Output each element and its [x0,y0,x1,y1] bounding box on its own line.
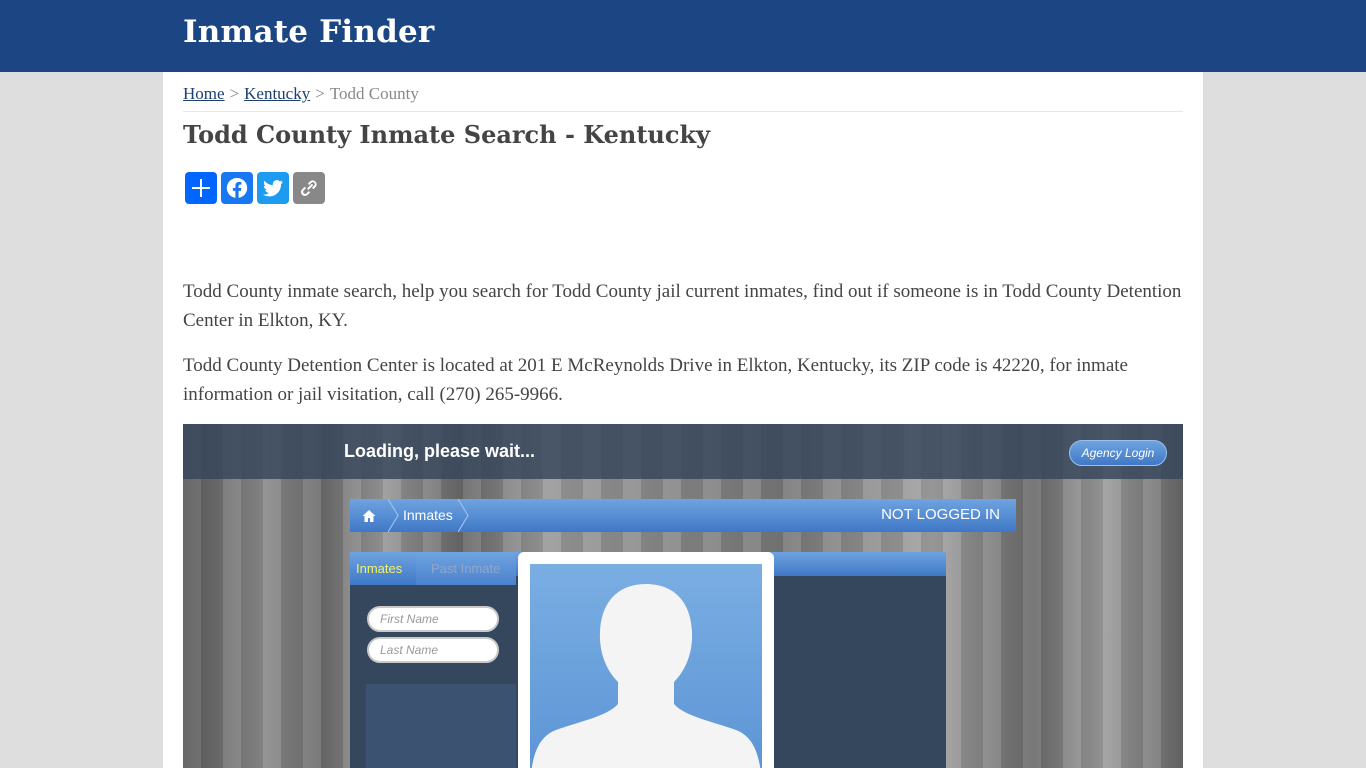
main-content: Home > Kentucky > Todd County Todd County In… [163,72,1203,768]
nav-inmates-link[interactable]: Inmates [403,507,453,523]
inmate-photo-card [518,552,774,768]
facebook-icon [226,177,248,198]
search-form: First Name Last Name [350,585,516,768]
page-title: Todd County Inmate Search - Kentucky [183,120,711,149]
home-icon[interactable] [350,499,388,532]
login-status: NOT LOGGED IN [881,506,1000,523]
profile-placeholder-image [530,564,762,768]
nav-separator [388,499,399,532]
person-silhouette-icon [531,584,761,768]
breadcrumb-separator: > [315,84,325,103]
last-name-input[interactable]: Last Name [367,637,499,663]
first-name-input[interactable]: First Name [367,606,499,632]
breadcrumb-separator: > [229,84,240,103]
loading-text: Loading, please wait... [344,441,536,461]
tab-past-inmate[interactable]: Past Inmate [416,552,516,585]
breadcrumb-home-link[interactable]: Home [183,84,225,103]
site-header: Inmate Finder [0,0,1366,72]
tab-inmates[interactable]: Inmates [350,552,416,585]
share-buttons [185,172,325,204]
widget-header: Loading, please wait... Agency Login [183,424,1183,479]
breadcrumb-state-link[interactable]: Kentucky [244,84,310,103]
widget-nav: Inmates NOT LOGGED IN [350,499,1016,532]
copy-link-button[interactable] [293,172,325,204]
site-title[interactable]: Inmate Finder [183,14,434,50]
link-icon [301,180,317,196]
share-button[interactable] [185,172,217,204]
twitter-icon [263,180,283,197]
agency-login-button[interactable]: Agency Login [1069,440,1167,466]
location-paragraph: Todd County Detention Center is located … [183,355,1128,405]
plus-icon [192,179,210,197]
intro-paragraph: Todd County inmate search, help you sear… [183,281,1182,331]
breadcrumb: Home > Kentucky > Todd County [183,84,419,104]
inmate-search-widget: Loading, please wait... Agency Login Inm… [183,424,1183,768]
facebook-share-button[interactable] [221,172,253,204]
breadcrumb-current: Todd County [329,84,419,103]
search-results-area [366,684,516,768]
nav-separator [458,499,469,532]
divider [183,111,1183,112]
twitter-share-button[interactable] [257,172,289,204]
